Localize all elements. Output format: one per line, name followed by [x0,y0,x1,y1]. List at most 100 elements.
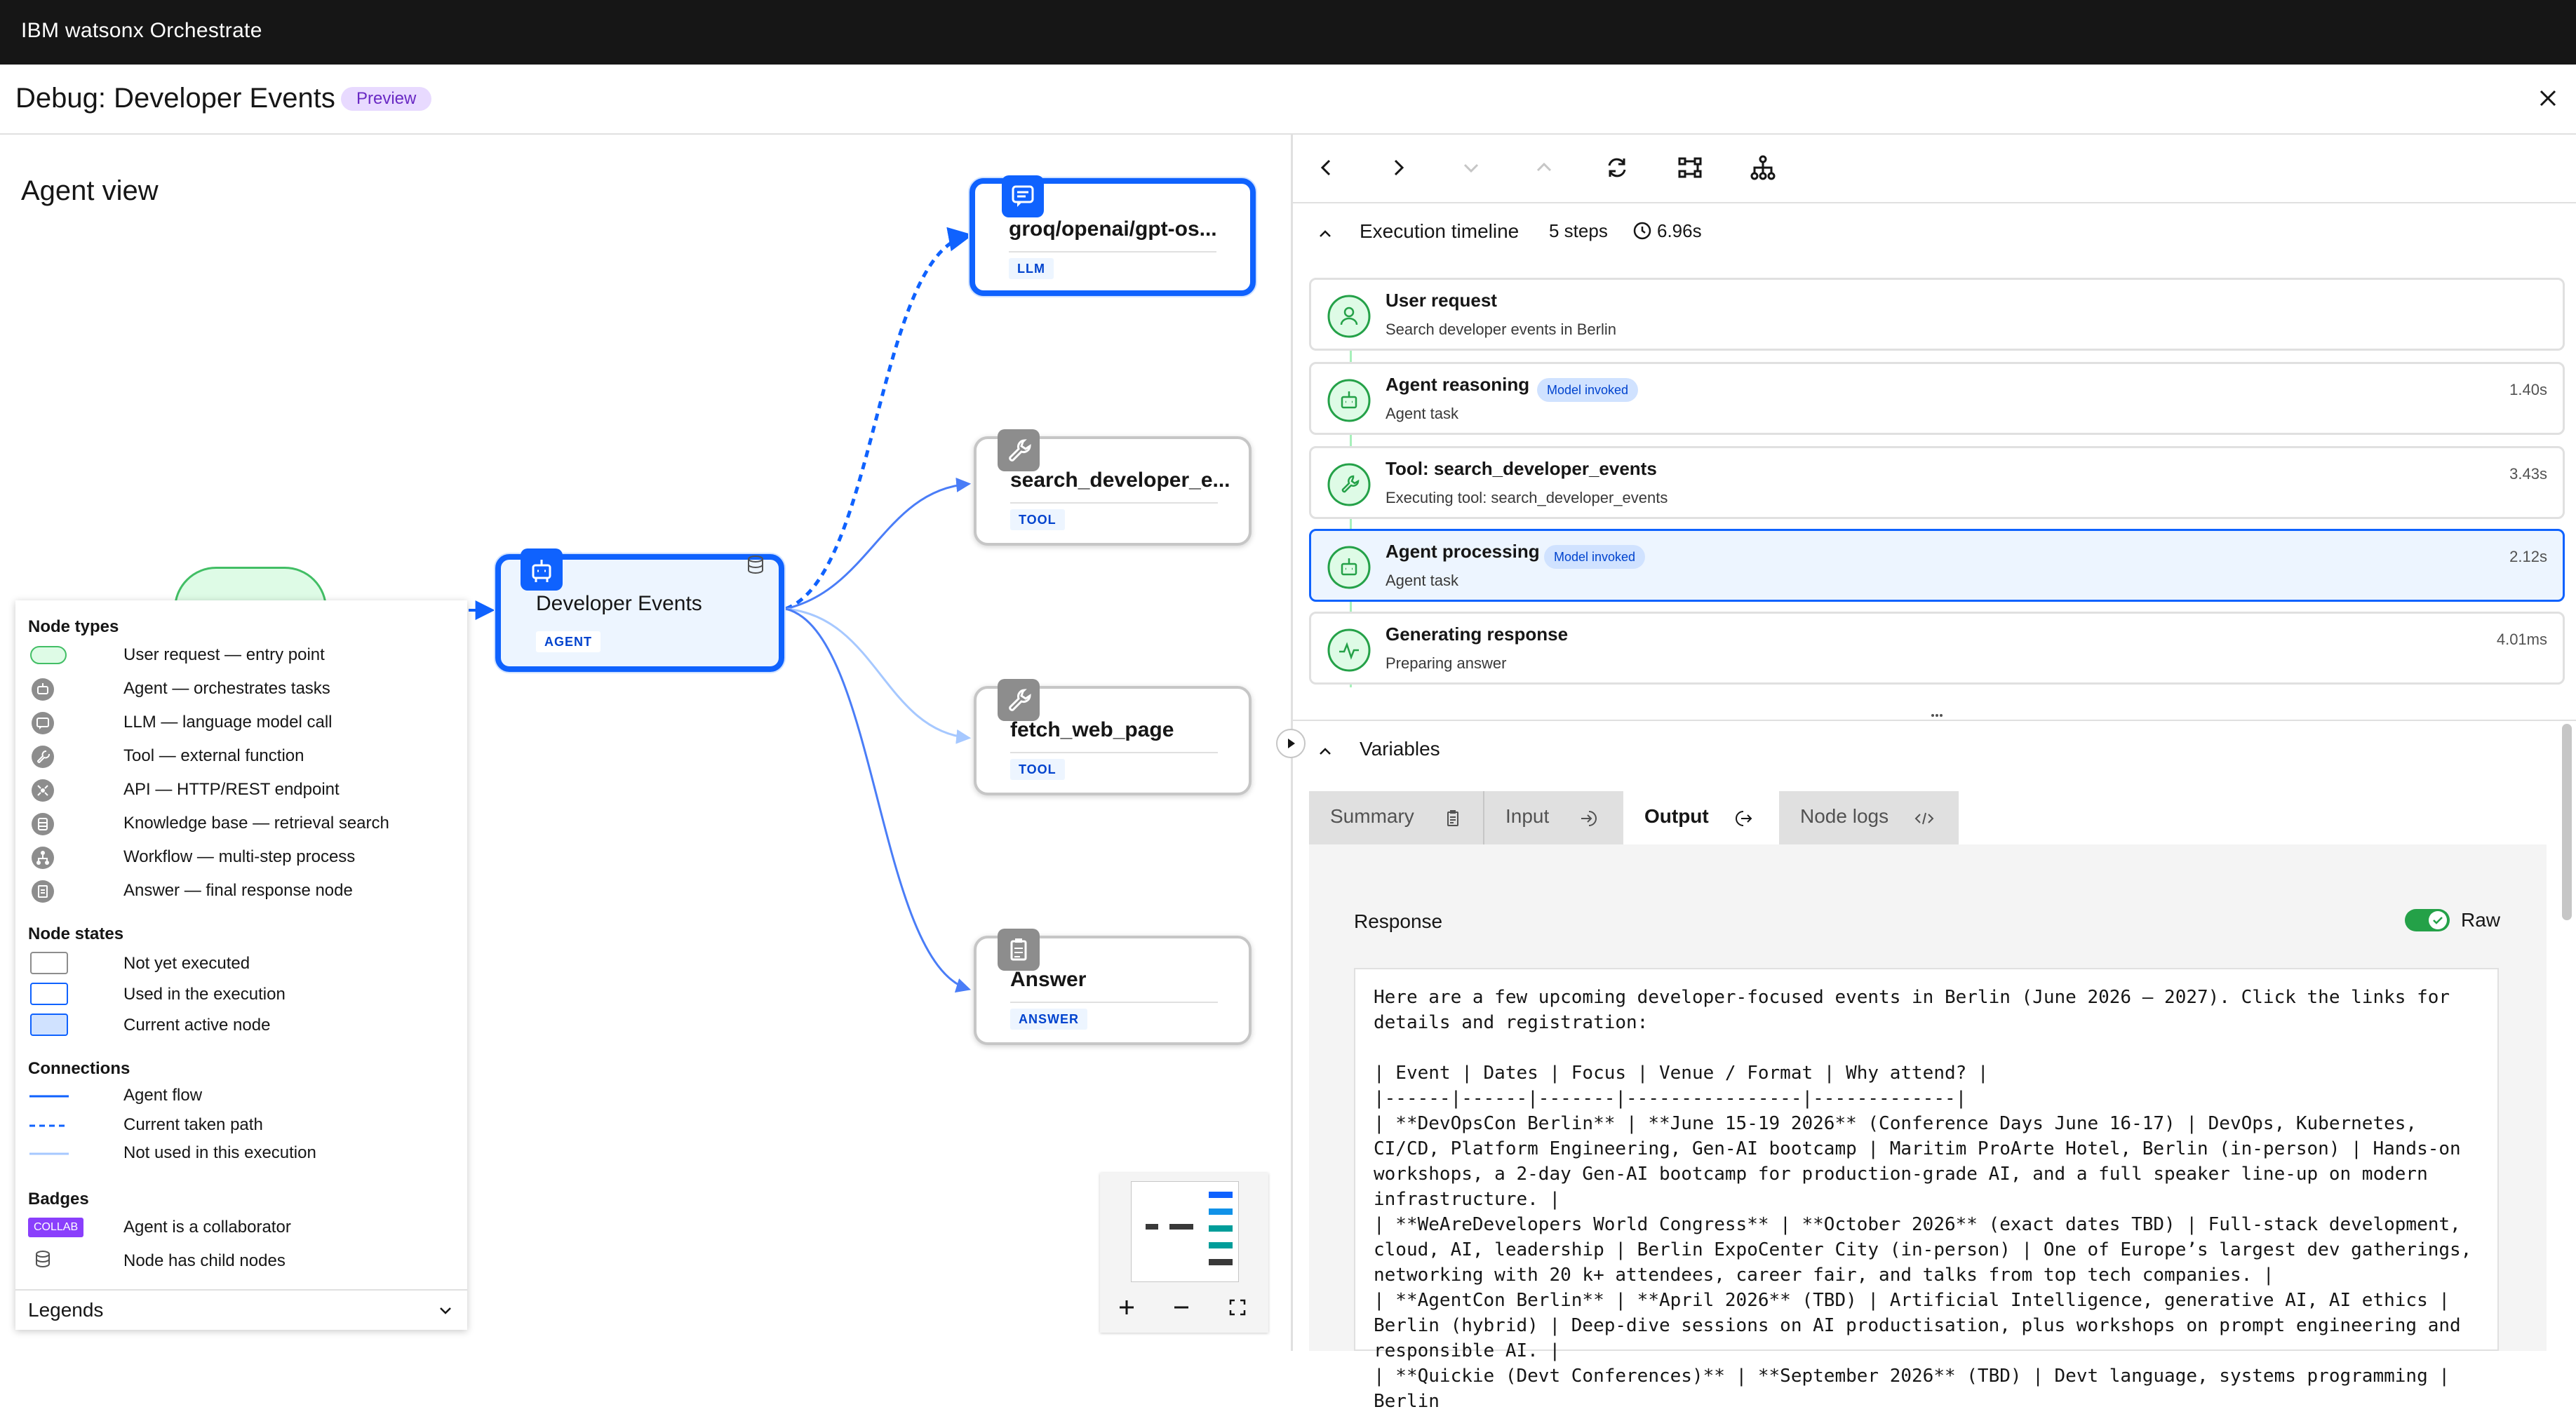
chevron-up-icon [1536,162,1552,172]
timeline-steps-count: 5 steps [1549,220,1608,241]
refresh-icon [1608,158,1626,177]
chevron-down-icon [436,1302,455,1320]
close-button[interactable] [2534,84,2562,112]
step-title: Agent processing [1386,541,1540,562]
raw-toggle[interactable] [2405,909,2450,931]
step-title: Tool: search_developer_events [1386,458,1657,479]
step-time: 4.01ms [2496,631,2547,648]
node-tag: TOOL [1010,509,1065,530]
next-step-button[interactable] [1381,150,1416,185]
node-search-tool[interactable]: search_developer_e... TOOL [974,429,1252,546]
step-subtitle: Agent task [1386,572,1458,589]
node-name: search_developer_e... [1010,469,1230,492]
agent-icon [521,548,563,591]
step-subtitle: Executing tool: search_developer_events [1386,489,1668,506]
timeline-step[interactable]: Agent reasoning Model invoked 1.40s Agen… [1309,362,2565,435]
clipboard-icon [31,880,55,903]
timeline-step-active[interactable]: Agent processing Model invoked 2.12s Age… [1309,529,2565,602]
legend-item-label: LLM — language model call [123,713,333,732]
minimap-node [1209,1225,1233,1232]
chat-icon [31,711,55,735]
timeline-step[interactable]: User request Search developer events in … [1309,278,2565,351]
fit-view-button[interactable] [1223,1293,1252,1321]
api-icon [31,779,55,802]
scrollbar[interactable] [2562,724,2572,920]
node-llm[interactable]: groq/openai/gpt-os... LLM [970,175,1256,296]
refresh-button[interactable] [1599,150,1635,185]
clipboard-icon [998,929,1040,971]
tree-layout-button[interactable] [1745,150,1780,185]
agent-icon [31,678,55,701]
step-time: 3.43s [2509,465,2547,483]
workflow-icon [31,846,55,870]
child-nodes-icon [34,1250,52,1270]
node-fetch-tool[interactable]: fetch_web_page TOOL [974,679,1252,795]
legend-item-label: Current active node [123,1016,271,1035]
fit-screen-icon [1229,1299,1246,1316]
step-subtitle: Preparing answer [1386,654,1507,672]
zoom-in-button[interactable] [1113,1293,1141,1321]
chevron-left-icon [1320,159,1331,176]
node-answer[interactable]: Answer ANSWER [974,929,1252,1045]
check-icon [2433,917,2443,924]
minimap-node [1209,1242,1233,1248]
node-agent[interactable]: Developer Events AGENT [495,548,784,672]
flow-layout-button[interactable] [1672,150,1708,185]
zoom-out-button[interactable] [1167,1293,1195,1321]
minimap-node [1146,1224,1158,1230]
previous-step-button[interactable] [1309,150,1344,185]
step-down-button[interactable] [1454,150,1489,185]
wrench-icon [998,429,1040,471]
timeline-collapse-button[interactable] [1315,223,1336,244]
node-tag: LLM [1009,258,1054,279]
step-subtitle: Search developer events in Berlin [1386,321,1616,338]
divider [1010,502,1218,504]
play-icon [1276,729,1306,758]
node-tag: TOOL [1010,759,1065,780]
tab-label: Output [1644,805,1709,827]
node-name: Developer Events [536,592,702,615]
resize-handle[interactable] [1926,708,1947,722]
flow-icon [1678,157,1702,178]
step-title: Generating response [1386,624,1569,645]
edge-agent-search [785,477,972,610]
minimap[interactable] [1100,1173,1268,1333]
response-text: Here are a few upcoming developer-focuse… [1374,987,2472,1412]
chevron-up-icon [1320,748,1331,755]
user-icon [1327,294,1371,339]
divider [1009,251,1216,252]
divider [1010,1002,1218,1003]
variables-collapse-button[interactable] [1315,741,1336,762]
step-title: User request [1386,290,1497,311]
node-tag: AGENT [536,631,601,652]
legend-toggle[interactable]: Legends [15,1289,467,1331]
tab-summary[interactable]: Summary [1309,791,1483,844]
minimap-node [1209,1259,1233,1265]
collab-badge-label: COLLAB [34,1221,79,1233]
step-up-button[interactable] [1527,150,1562,185]
line-dashed-swatch [29,1124,69,1128]
legend-item-label: Agent flow [123,1086,203,1105]
tab-node-logs[interactable]: Node logs [1779,791,1959,844]
wrench-icon [31,745,55,769]
timeline-duration: 6.96s [1657,220,1702,241]
legend-badges-title: Badges [28,1190,89,1208]
minimap-node [1209,1192,1233,1198]
child-nodes-icon [745,554,766,575]
response-label: Response [1354,910,1443,932]
response-output[interactable]: Here are a few upcoming developer-focuse… [1354,968,2499,1412]
state-used-swatch [29,982,69,1006]
model-invoked-badge: Model invoked [1544,545,1646,569]
tree-icon [1750,155,1776,180]
tab-input[interactable]: Input [1483,791,1623,844]
node-tag: ANSWER [1010,1009,1087,1030]
legend-item-label: Knowledge base — retrieval search [123,814,389,833]
minimap-node [1169,1224,1193,1230]
tab-output[interactable]: Output [1623,791,1779,844]
collab-badge: COLLAB [28,1218,84,1237]
collapse-pane-button[interactable] [1275,728,1306,759]
step-title: Agent reasoning [1386,374,1530,395]
timeline-step[interactable]: Generating response 4.01ms Preparing ans… [1309,612,2565,685]
legend-item-label: Agent is a collaborator [123,1218,291,1237]
timeline-step[interactable]: Tool: search_developer_events 3.43s Exec… [1309,446,2565,519]
